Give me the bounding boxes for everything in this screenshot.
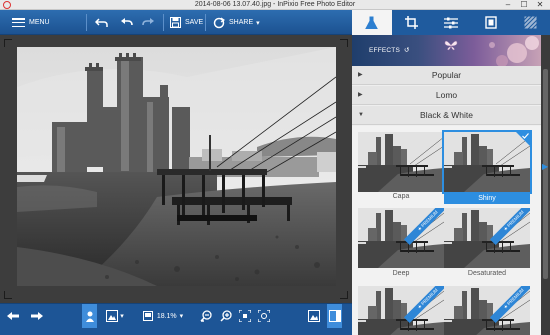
split-view-icon (106, 310, 119, 322)
effects-panel: EFFECTS ↺ ▶ Popular ▶ Lomo ▼ Black & Whi… (352, 35, 550, 335)
arrow-right-icon (31, 312, 43, 320)
image-size-icon (142, 311, 153, 321)
panel-tabs (352, 10, 550, 35)
title-bar: 2014-08-06 13.07.40.jpg - InPixio Free P… (0, 0, 550, 10)
zoom-dropdown-icon: ▾ (179, 313, 184, 320)
single-view-button[interactable] (82, 304, 97, 328)
frame-icon (484, 16, 497, 29)
tab-effects[interactable] (352, 10, 392, 35)
share-label: SHARE (229, 19, 254, 26)
effect-thumb-desaturated[interactable]: ★ PREMIUM (444, 208, 530, 268)
butterfly-icon (444, 40, 458, 51)
redo-button[interactable] (142, 10, 155, 35)
arrow-left-icon (7, 312, 19, 320)
effect-label: Desaturated (467, 270, 507, 277)
zoom-out-button[interactable] (199, 304, 213, 328)
compare-view-button[interactable]: ▾ (102, 304, 128, 328)
save-label: SAVE (185, 19, 204, 26)
effect-label: Capa (392, 193, 410, 200)
effect-thumb-row3-left[interactable]: ★ PREMIUM (358, 286, 444, 335)
rotate-left-icon (121, 18, 133, 26)
toggle-panel-button[interactable] (327, 304, 342, 328)
effects-reset-button[interactable]: EFFECTS ↺ (369, 46, 410, 54)
window-controls: – ☐ ✕ (500, 0, 548, 10)
portrait-icon (85, 311, 94, 322)
section-lomo[interactable]: ▶ Lomo (352, 86, 541, 105)
actual-size-icon (258, 310, 270, 322)
reset-icon: ↺ (404, 47, 410, 54)
window-title: 2014-08-06 13.07.40.jpg - InPixio Free P… (194, 1, 356, 8)
redo-icon (142, 18, 154, 26)
tab-crop[interactable] (392, 10, 432, 35)
panel-scrollbar[interactable]: ▶ (541, 35, 550, 335)
bottom-toolbar: ▾ 18.1% ▾ (0, 303, 352, 335)
expand-tray-icon[interactable] (270, 328, 280, 335)
flask-icon (365, 16, 379, 29)
section-label: Popular (431, 70, 462, 80)
undo-all-button[interactable] (120, 10, 133, 35)
compare-dropdown-icon: ▾ (120, 313, 124, 320)
previous-image-button[interactable] (6, 304, 20, 328)
effect-thumb-row3-right[interactable]: ★ PREMIUM (444, 286, 530, 335)
photo-canvas[interactable] (0, 35, 352, 303)
main-toolbar: MENU SAVE SHARE ▾ (0, 10, 352, 35)
section-label: Lomo (435, 90, 458, 100)
collapse-arrow-icon: ▼ (358, 112, 364, 118)
tab-adjust[interactable] (431, 10, 471, 35)
app-window: 2014-08-06 13.07.40.jpg - InPixio Free P… (0, 0, 550, 335)
effect-thumb-capa[interactable] (358, 132, 444, 192)
menu-button[interactable]: MENU (12, 10, 50, 35)
menu-label: MENU (29, 19, 50, 26)
scrollbar-thumb[interactable] (543, 69, 548, 279)
fullscreen-icon (308, 310, 320, 322)
section-black-white[interactable]: ▼ Black & White (352, 106, 541, 125)
zoom-out-icon (200, 310, 212, 322)
crop-icon (404, 16, 418, 29)
fit-to-screen-button[interactable] (238, 304, 252, 328)
edited-photo (17, 47, 336, 286)
zoom-in-button[interactable] (219, 304, 233, 328)
effect-thumbnails: Capa Shiny ★ PREMIUM Deep ★ PREMIUM Desa… (352, 126, 541, 335)
section-label: Black & White (420, 110, 473, 120)
save-button[interactable]: SAVE (170, 10, 203, 35)
next-image-button[interactable] (30, 304, 44, 328)
zoom-in-icon (220, 310, 232, 322)
fit-screen-icon (239, 310, 251, 322)
maximize-button[interactable]: ☐ (516, 0, 532, 10)
share-button[interactable]: SHARE ▾ (213, 10, 260, 35)
tab-texture[interactable] (510, 10, 550, 35)
actual-size-button[interactable] (257, 304, 271, 328)
fullscreen-button[interactable] (307, 304, 321, 328)
effect-thumb-shiny[interactable] (442, 130, 532, 194)
zoom-dropdown[interactable]: 18.1% ▾ (137, 304, 189, 328)
share-icon (213, 17, 225, 28)
tab-frames[interactable] (471, 10, 511, 35)
effect-label: Shiny (444, 193, 530, 204)
undo-icon (95, 18, 108, 27)
undo-button[interactable] (95, 10, 108, 35)
collapse-panel-icon[interactable]: ▶ (542, 162, 549, 172)
share-dropdown-arrow-icon: ▾ (256, 19, 260, 27)
minimize-button[interactable]: – (500, 0, 516, 10)
section-popular[interactable]: ▶ Popular (352, 66, 541, 85)
zoom-level: 18.1% (156, 312, 177, 320)
effect-thumb-deep[interactable]: ★ PREMIUM (358, 208, 444, 268)
floppy-disk-icon (170, 17, 181, 28)
hamburger-icon (12, 18, 25, 27)
effect-label: Deep (392, 270, 410, 277)
side-panel-icon (328, 310, 341, 322)
effects-label: EFFECTS (369, 47, 401, 54)
sliders-icon (443, 17, 458, 28)
close-button[interactable]: ✕ (532, 0, 548, 10)
texture-icon (523, 16, 537, 29)
expand-arrow-icon: ▶ (358, 72, 363, 78)
effects-banner: EFFECTS ↺ (352, 35, 541, 66)
expand-arrow-icon: ▶ (358, 92, 363, 98)
